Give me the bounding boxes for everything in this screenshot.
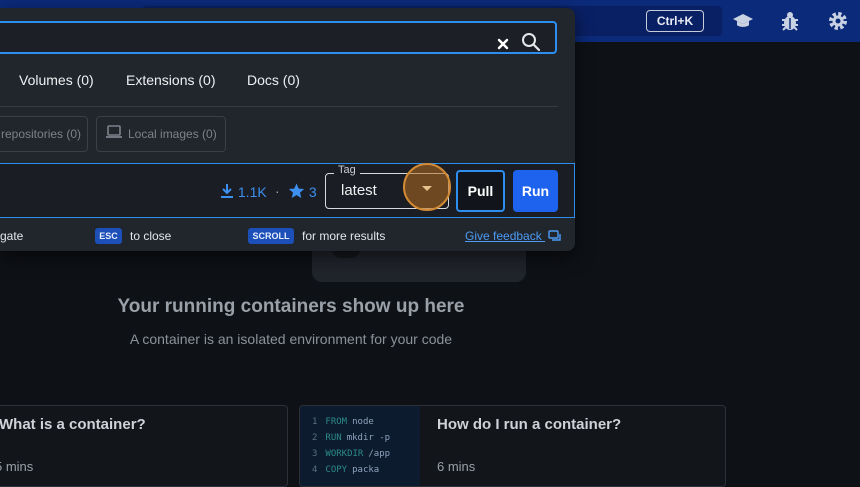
tag-select-label: Tag: [334, 164, 360, 176]
learning-center-icon[interactable]: [732, 10, 754, 32]
code-line: 2 RUN mkdir -p: [312, 433, 391, 443]
navigate-hint: gate: [0, 229, 24, 243]
star-count: 3: [288, 183, 317, 202]
search-input[interactable]: [0, 21, 557, 54]
learning-card-what-is-container[interactable]: What is a container? 5 mins: [0, 405, 288, 487]
download-icon: [220, 183, 234, 202]
tabs-divider: [0, 106, 558, 107]
code-line: 1 FROM node: [312, 417, 374, 427]
star-icon: [288, 183, 305, 202]
filter-chip-label: Local images (0): [128, 127, 217, 141]
filter-chip-label: repositories (0): [1, 127, 82, 141]
give-feedback-link[interactable]: Give feedback: [465, 229, 561, 245]
tab-volumes[interactable]: Volumes (0): [19, 72, 94, 88]
tab-docs[interactable]: Docs (0): [247, 72, 300, 88]
filter-chip-local-images[interactable]: Local images (0): [96, 116, 226, 152]
code-line: 3 WORKDIR/app: [312, 449, 391, 459]
empty-state-title: Your running containers show up here: [117, 296, 465, 317]
learning-card-how-to-run-container[interactable]: 1 FROM node 2 RUN mkdir -p 3 WORKDIR/app 4 COP…: [299, 405, 726, 487]
search-shortcut-badge: Ctrl+K: [646, 10, 704, 32]
esc-hint: to close: [130, 229, 172, 243]
stats-separator: ·: [275, 183, 280, 199]
run-button[interactable]: Run: [513, 170, 558, 212]
download-count: 1.1K: [220, 183, 267, 202]
code-thumbnail: 1 FROM node 2 RUN mkdir -p 3 WORKDIR/app 4 COP…: [300, 406, 420, 486]
laptop-icon: [105, 118, 123, 152]
pull-button[interactable]: Pull: [456, 170, 505, 212]
card-duration: 5 mins: [0, 459, 34, 474]
filter-chip-repositories[interactable]: repositories (0): [0, 116, 88, 152]
settings-gear-icon[interactable]: [827, 10, 849, 32]
scroll-key-badge: SCROLL: [248, 228, 294, 244]
card-duration: 6 mins: [437, 459, 476, 474]
empty-state-subtitle: A container is an isolated environment f…: [129, 331, 453, 347]
scroll-hint: for more results: [302, 229, 386, 243]
card-title: What is a container?: [0, 416, 146, 433]
feedback-chat-icon: [548, 230, 561, 245]
code-line: 4 COPY packa: [312, 465, 380, 475]
tag-select-value: latest: [341, 182, 377, 199]
card-title: How do I run a container?: [437, 416, 622, 433]
clear-search-icon[interactable]: [494, 35, 512, 53]
troubleshoot-bug-icon[interactable]: [779, 10, 801, 32]
search-icon[interactable]: [520, 31, 542, 53]
esc-key-badge: ESC: [95, 228, 122, 244]
tab-extensions[interactable]: Extensions (0): [126, 72, 215, 88]
chevron-down-icon: [422, 186, 432, 191]
